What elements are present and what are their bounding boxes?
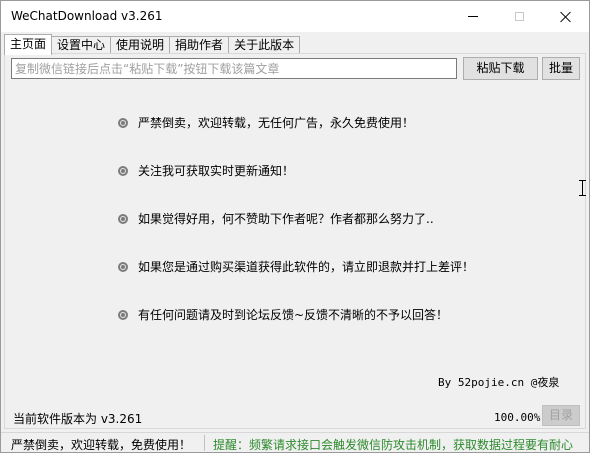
- window-title: WeChatDownload v3.261: [11, 9, 163, 23]
- bullet-icon: [118, 118, 128, 128]
- notice-text: 如果觉得好用，何不赞助下作者呢？作者都那么努力了..: [138, 212, 434, 226]
- batch-button[interactable]: 批量: [542, 57, 580, 80]
- version-label: 当前软件版本为 v3.261: [13, 412, 143, 426]
- tab-home[interactable]: 主页面: [4, 34, 53, 55]
- progress-percent: 100.00%: [494, 411, 541, 424]
- minimize-icon: [468, 16, 478, 17]
- tab-instructions[interactable]: 使用说明: [110, 36, 171, 54]
- status-bar: 严禁倒卖，欢迎转载，免费使用！ 提醒：频繁请求接口会触发微信防攻击机制，获取数据…: [1, 432, 589, 452]
- url-input[interactable]: [11, 58, 457, 79]
- home-panel: 粘贴下载 批量 严禁倒卖，欢迎转载，无任何广告，永久免费使用！ 关注我可获取实时…: [4, 53, 586, 429]
- author-credit: By 52pojie.cn @夜泉: [438, 376, 560, 389]
- close-icon: [560, 11, 572, 23]
- text-cursor-icon: [579, 180, 586, 196]
- tab-about[interactable]: 关于此版本: [228, 36, 301, 54]
- status-left-text: 严禁倒卖，欢迎转载，免费使用！: [11, 438, 192, 452]
- status-divider: [204, 435, 205, 451]
- status-warning-text: 提醒：频繁请求接口会触发微信防攻击机制，获取数据过程要有耐心: [213, 438, 574, 452]
- bullet-icon: [118, 310, 128, 320]
- bullet-icon: [118, 166, 128, 176]
- title-bar[interactable]: WeChatDownload v3.261: [1, 1, 589, 32]
- bullet-icon: [118, 214, 128, 224]
- notice-text: 关注我可获取实时更新通知！: [138, 164, 295, 178]
- notice-text: 如果您是通过购买渠道获得此软件的，请立即退款并打上差评！: [138, 260, 475, 274]
- maximize-icon: [514, 12, 524, 21]
- notice-text: 严禁倒卖，欢迎转载，无任何广告，永久免费使用！: [138, 116, 415, 130]
- app-window: WeChatDownload v3.261 主页面 设置中心 使用说明 捐助作者…: [0, 0, 590, 453]
- minimize-button[interactable]: [450, 1, 496, 32]
- directory-button[interactable]: 目录: [542, 405, 580, 426]
- maximize-button[interactable]: [496, 1, 542, 32]
- tab-donate[interactable]: 捐助作者: [169, 36, 230, 54]
- bullet-icon: [118, 262, 128, 272]
- notice-text: 有任何问题请及时到论坛反馈~反馈不清晰的不予以回答！: [138, 308, 449, 322]
- close-button[interactable]: [543, 1, 589, 32]
- tab-settings[interactable]: 设置中心: [51, 36, 112, 54]
- paste-download-button[interactable]: 粘贴下载: [463, 57, 538, 80]
- tab-bar: 主页面 设置中心 使用说明 捐助作者 关于此版本: [4, 34, 301, 55]
